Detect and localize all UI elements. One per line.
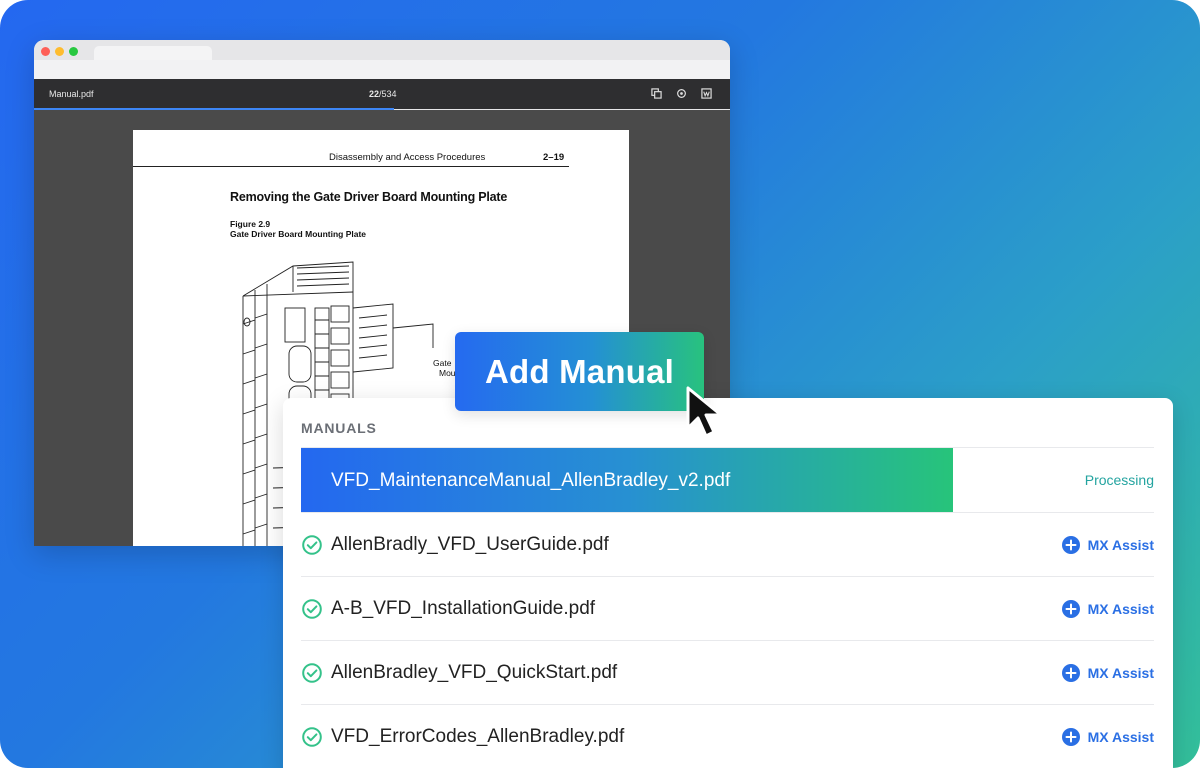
mx-assist-label: MX Assist (1087, 601, 1154, 617)
browser-tab[interactable] (94, 46, 212, 60)
check-circle-icon (302, 599, 322, 619)
page-header-number: 2–19 (543, 152, 565, 163)
plus-circle-icon (1061, 728, 1080, 746)
add-manual-button[interactable]: Add Manual (455, 332, 704, 411)
manual-file-name: AllenBradley_VFD_QuickStart.pdf (331, 662, 618, 683)
settings-icon[interactable] (676, 88, 687, 99)
maximize-window-button[interactable] (69, 47, 78, 56)
check-circle-icon (302, 663, 322, 683)
total-pages: /534 (379, 89, 397, 99)
mx-assist-button[interactable]: MX Assist (1061, 598, 1154, 620)
manuals-panel: MANUALS VFD_MaintenanceManual_AllenBradl… (283, 398, 1173, 768)
processing-file-name: VFD_MaintenanceManual_AllenBradley_v2.pd… (331, 470, 731, 491)
manual-file-name: VFD_ErrorCodes_AllenBradley.pdf (331, 726, 625, 747)
check-circle-icon (302, 535, 322, 555)
manual-row[interactable]: VFD_ErrorCodes_AllenBradley.pdf MX Assis… (301, 704, 1154, 768)
mx-assist-button[interactable]: MX Assist (1061, 534, 1154, 556)
processing-row[interactable]: VFD_MaintenanceManual_AllenBradley_v2.pd… (301, 447, 1154, 513)
page-title: Removing the Gate Driver Board Mounting … (230, 190, 508, 204)
check-circle-icon (302, 727, 322, 747)
page-header: Disassembly and Access Procedures 2–19 (133, 152, 569, 167)
background-canvas: Manual.pdf 22/534 Disassembly and Access… (0, 0, 1200, 768)
plus-circle-icon (1061, 536, 1080, 554)
manual-file-name: AllenBradly_VFD_UserGuide.pdf (331, 534, 609, 555)
manual-row[interactable]: A-B_VFD_InstallationGuide.pdf MX Assist (301, 576, 1154, 640)
copy-icon[interactable] (651, 88, 662, 99)
view-icon[interactable] (701, 88, 712, 99)
address-bar[interactable] (34, 60, 730, 79)
manual-row[interactable]: AllenBradly_VFD_UserGuide.pdf MX Assist (301, 512, 1154, 576)
page-indicator: 22/534 (369, 89, 397, 99)
minimize-window-button[interactable] (55, 47, 64, 56)
cursor-pointer-icon (686, 386, 723, 438)
current-page: 22 (369, 89, 380, 99)
pdf-toolbar: Manual.pdf 22/534 (34, 79, 730, 109)
mx-assist-label: MX Assist (1087, 729, 1154, 745)
manuals-heading: MANUALS (301, 420, 377, 436)
manual-file-name: A-B_VFD_InstallationGuide.pdf (331, 598, 596, 619)
mx-assist-button[interactable]: MX Assist (1061, 662, 1154, 684)
page-header-section: Disassembly and Access Procedures (329, 152, 486, 163)
plus-circle-icon (1061, 664, 1080, 682)
processing-status: Processing (1084, 472, 1154, 488)
pdf-filename: Manual.pdf (49, 89, 94, 99)
mx-assist-button[interactable]: MX Assist (1061, 726, 1154, 748)
plus-circle-icon (1061, 600, 1080, 618)
figure-number: Figure 2.9 (230, 219, 271, 229)
browser-chrome (34, 40, 730, 79)
mx-assist-label: MX Assist (1087, 665, 1154, 681)
close-window-button[interactable] (41, 47, 50, 56)
figure-caption: Gate Driver Board Mounting Plate (230, 229, 367, 239)
mx-assist-label: MX Assist (1087, 537, 1154, 553)
manual-row[interactable]: AllenBradley_VFD_QuickStart.pdf MX Assis… (301, 640, 1154, 704)
